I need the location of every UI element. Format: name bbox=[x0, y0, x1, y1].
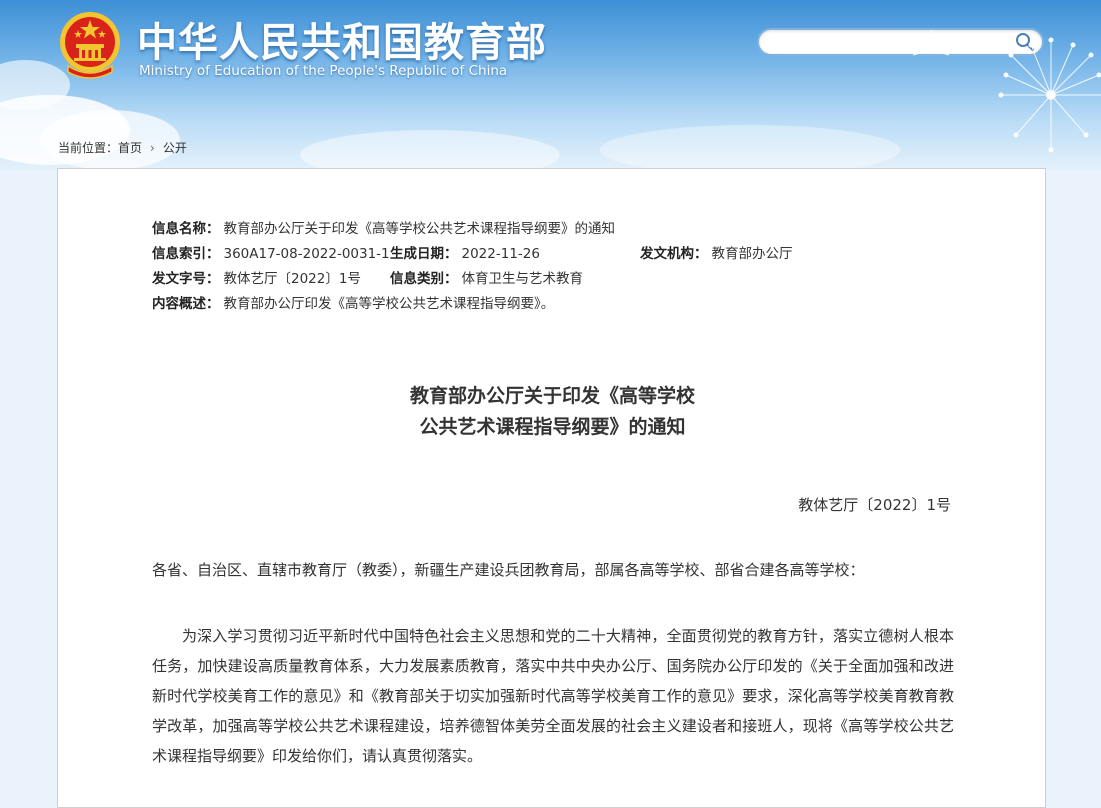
document-paragraph: 为深入学习贯彻习近平新时代中国特色社会主义思想和党的二十大精神，全面贯彻党的教育… bbox=[152, 621, 954, 771]
category-value: 体育卫生与艺术教育 bbox=[462, 271, 584, 287]
info-index-value: 360A17-08-2022-0031-1 bbox=[224, 246, 390, 262]
meta-row-doc: 发文字号：教体艺厅〔2022〕1号 信息类别：体育卫生与艺术教育 bbox=[152, 267, 615, 292]
breadcrumb-prefix: 当前位置： bbox=[58, 141, 118, 155]
site-title[interactable]: 中华人民共和国教育部 bbox=[137, 10, 547, 68]
breadcrumb-public-link[interactable]: 公开 bbox=[163, 141, 187, 155]
summary-value: 教育部办公厅印发《高等学校公共艺术课程指导纲要》。 bbox=[224, 296, 555, 312]
info-index-label: 信息索引： bbox=[152, 246, 220, 262]
document-title-line1: 教育部办公厅关于印发《高等学校 bbox=[58, 381, 1047, 412]
meta-row-name: 信息名称：教育部办公厅关于印发《高等学校公共艺术课程指导纲要》的通知 bbox=[152, 217, 615, 242]
dandelion-decoration bbox=[901, 0, 1101, 170]
breadcrumb-separator: › bbox=[150, 141, 155, 155]
site-header: 中华人民共和国教育部 Ministry of Education of the … bbox=[0, 0, 1101, 170]
info-name-label: 信息名称： bbox=[152, 221, 220, 237]
org-value: 教育部办公厅 bbox=[712, 246, 793, 262]
cloud-decoration bbox=[300, 130, 560, 170]
breadcrumb: 当前位置：首页 › 公开 bbox=[58, 139, 187, 156]
category-label: 信息类别： bbox=[390, 271, 458, 287]
national-emblem-icon bbox=[58, 10, 122, 80]
doc-number-value: 教体艺厅〔2022〕1号 bbox=[224, 271, 361, 287]
site-subtitle: Ministry of Education of the People's Re… bbox=[139, 63, 507, 79]
document-addressee: 各省、自治区、直辖市教育厅（教委），新疆生产建设兵团教育局，部属各高等学校、部省… bbox=[152, 559, 865, 580]
meta-row-index: 信息索引：360A17-08-2022-0031-1 生成日期：2022-11-… bbox=[152, 242, 615, 267]
doc-number-label: 发文字号： bbox=[152, 271, 220, 287]
breadcrumb-home-link[interactable]: 首页 bbox=[118, 141, 142, 155]
document-title-line2: 公共艺术课程指导纲要》的通知 bbox=[58, 412, 1047, 443]
cloud-decoration bbox=[600, 125, 900, 170]
date-label: 生成日期： bbox=[390, 246, 458, 262]
article-container: 信息名称：教育部办公厅关于印发《高等学校公共艺术课程指导纲要》的通知 信息索引：… bbox=[57, 168, 1046, 808]
summary-label: 内容概述： bbox=[152, 296, 220, 312]
org-label: 发文机构： bbox=[640, 246, 708, 262]
document-number: 教体艺厅〔2022〕1号 bbox=[798, 494, 951, 515]
info-metadata: 信息名称：教育部办公厅关于印发《高等学校公共艺术课程指导纲要》的通知 信息索引：… bbox=[152, 217, 615, 317]
date-value: 2022-11-26 bbox=[462, 246, 540, 262]
meta-row-summary: 内容概述：教育部办公厅印发《高等学校公共艺术课程指导纲要》。 bbox=[152, 292, 615, 317]
info-name-value: 教育部办公厅关于印发《高等学校公共艺术课程指导纲要》的通知 bbox=[224, 221, 616, 237]
document-title: 教育部办公厅关于印发《高等学校 公共艺术课程指导纲要》的通知 bbox=[58, 381, 1047, 443]
